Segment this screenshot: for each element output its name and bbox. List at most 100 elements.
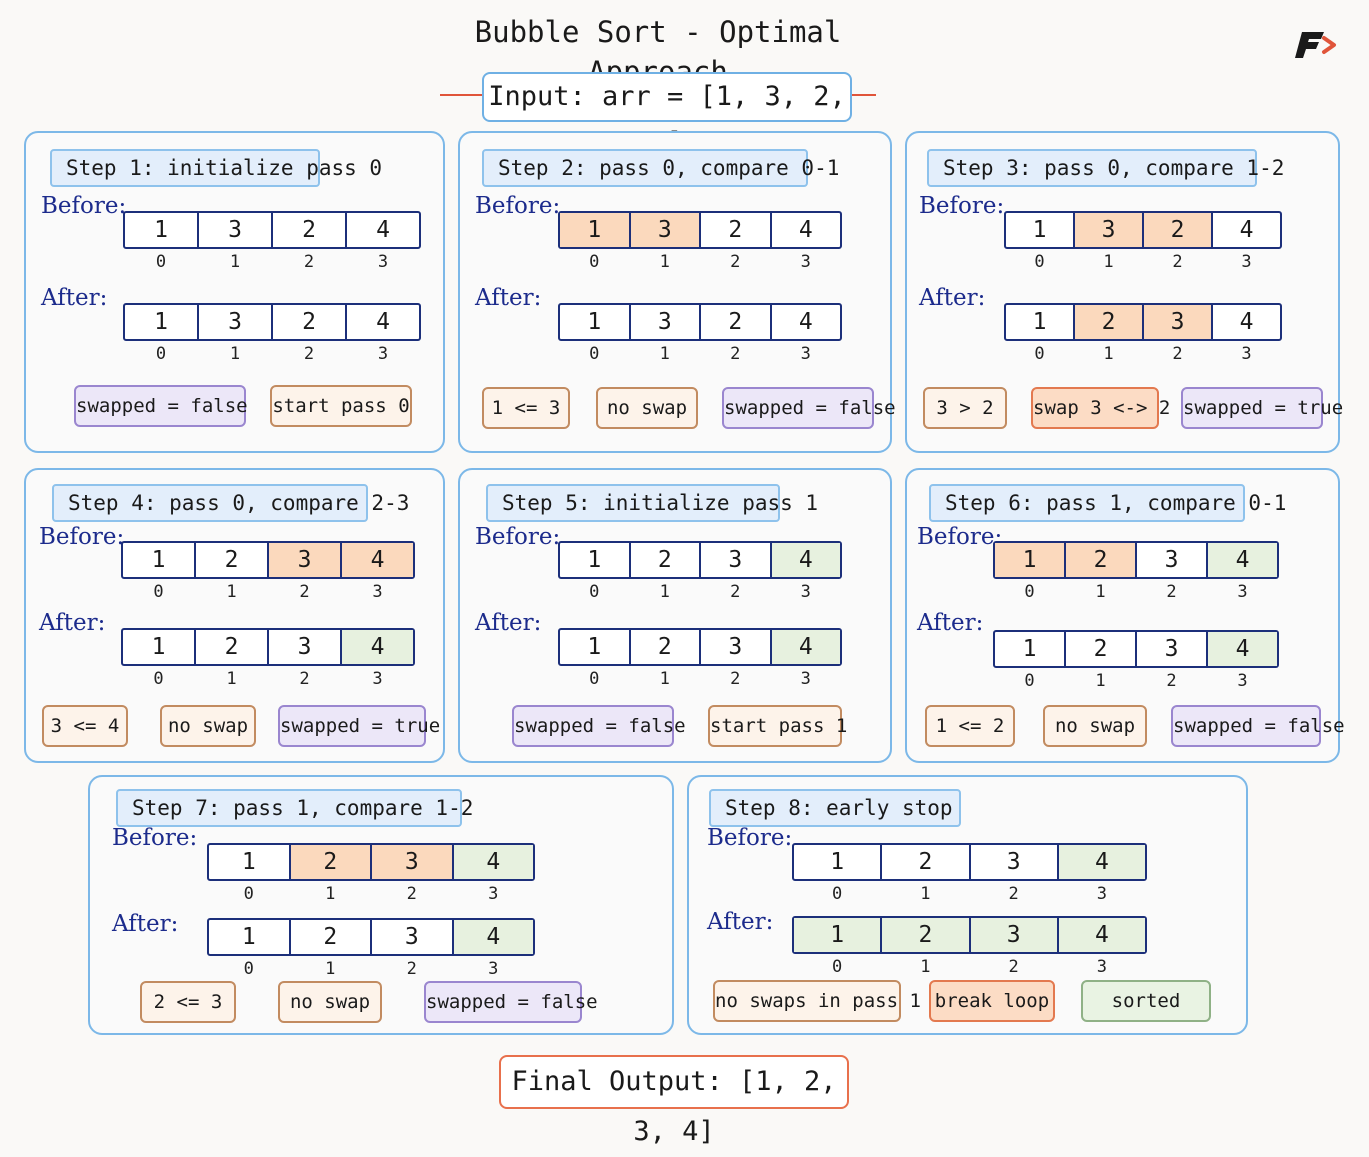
- status-tag: swapped = true: [278, 705, 440, 747]
- after-label: After:: [112, 911, 179, 937]
- after-array: 10213243: [1004, 303, 1282, 363]
- array-cell: 21: [1066, 632, 1137, 690]
- array-cell: 31: [1075, 213, 1144, 271]
- cell-value: 4: [376, 217, 390, 243]
- cell-index: 2: [730, 669, 741, 689]
- cell-value: 3: [297, 634, 312, 660]
- cell-value: 1: [154, 217, 168, 243]
- step-panel: Step 4: pass 0, compare 2-3 Before: 1 0 2 1 3 2…: [24, 468, 445, 763]
- array-cell: 43: [1213, 305, 1280, 363]
- cell-index: 0: [832, 884, 843, 904]
- array-cell: 22: [701, 213, 772, 271]
- cell-index: 1: [1095, 582, 1106, 602]
- cell-index: 2: [299, 669, 310, 689]
- before-label: Before:: [475, 193, 561, 219]
- after-array: 10312243: [558, 303, 842, 363]
- array-cell: 43: [1208, 632, 1277, 690]
- cell-value: 4: [798, 309, 813, 335]
- step-panel: Step 3: pass 0, compare 1-2 Before: 1 0 3 1 2 2…: [905, 131, 1343, 453]
- before-label: Before:: [707, 825, 793, 851]
- array-cell: 10: [995, 632, 1066, 690]
- cell-index: 1: [659, 252, 670, 272]
- before-array: 10312243: [558, 211, 842, 271]
- before-label: Before:: [917, 524, 1003, 550]
- cell-index: 0: [1024, 582, 1035, 602]
- cell-value: 4: [1094, 922, 1109, 948]
- status-tag: no swaps in pass 1: [713, 980, 921, 1022]
- array-cell: 10: [1006, 305, 1075, 363]
- cell-value: 3: [1164, 636, 1179, 662]
- cell-value: 1: [154, 309, 168, 335]
- cell-index: 3: [372, 669, 383, 689]
- array-cell: 10: [560, 305, 631, 363]
- array-cell: 32: [269, 630, 342, 688]
- array-cell: 21: [290, 845, 372, 903]
- cell-value: 4: [486, 924, 501, 950]
- cell-value: 3: [1164, 547, 1179, 573]
- cell-index: 2: [1166, 671, 1177, 691]
- step-panel: Step 1: initialize pass 0 Before: 1 0 3 1 2 2 4 3…: [24, 131, 445, 453]
- after-array: 10213243: [993, 630, 1279, 690]
- cell-index: 2: [406, 884, 417, 904]
- array-cell: 10: [794, 918, 883, 976]
- array-cell: 10: [794, 845, 883, 903]
- cell-value: 3: [404, 924, 419, 950]
- cell-index: 1: [659, 344, 670, 364]
- final-output: Final Output: [1, 2, 3, 4]: [499, 1055, 849, 1147]
- array-cell: 21: [631, 543, 701, 601]
- status-tag: 3 > 2: [923, 387, 1007, 429]
- before-label: Before:: [475, 524, 561, 550]
- cell-index: 3: [800, 582, 811, 602]
- input-array: Input: arr = [1, 3, 2, 4]: [482, 72, 852, 158]
- step-title: Step 7: pass 1, compare 1-2: [116, 789, 473, 827]
- step-title: Step 5: initialize pass 1: [486, 484, 818, 522]
- cell-index: 0: [589, 669, 600, 689]
- array-cell: 22: [273, 305, 347, 363]
- cell-value: 3: [228, 217, 242, 243]
- cell-index: 2: [730, 344, 741, 364]
- cell-index: 3: [800, 344, 811, 364]
- cell-value: 2: [918, 922, 933, 948]
- cell-index: 3: [1096, 957, 1107, 977]
- cell-value: 4: [1235, 636, 1250, 662]
- cell-value: 1: [830, 849, 845, 875]
- status-tag: 2 <= 3: [140, 981, 236, 1023]
- status-tag: 1 <= 3: [482, 387, 570, 429]
- array-cell: 43: [453, 845, 533, 903]
- step-panel: Step 5: initialize pass 1 Before: 1 0 2 1 3 2 4 3…: [458, 468, 892, 763]
- after-array: 10213243: [207, 918, 535, 978]
- array-cell: 43: [347, 305, 419, 363]
- array-cell: 22: [273, 213, 347, 271]
- cell-value: 2: [728, 309, 743, 335]
- array-cell: 21: [631, 630, 701, 688]
- array-cell: 10: [125, 213, 199, 271]
- cell-value: 3: [728, 634, 743, 660]
- before-array: 10213243: [121, 541, 415, 601]
- cell-index: 3: [1237, 671, 1248, 691]
- array-cell: 31: [199, 305, 273, 363]
- array-cell: 43: [347, 213, 419, 271]
- array-cell: 21: [882, 918, 971, 976]
- cell-index: 2: [1008, 957, 1019, 977]
- step-title: Step 1: initialize pass 0: [50, 149, 382, 187]
- cell-index: 3: [800, 669, 811, 689]
- before-array: 10213243: [993, 541, 1279, 601]
- step-panel: Step 8: early stop Before: 1 0 2 1 3 2 4 3 After: 1…: [687, 775, 1248, 1035]
- after-array: 1021 3 2 43: [792, 916, 1147, 976]
- cell-value: 4: [1239, 217, 1254, 243]
- cell-index: 1: [226, 582, 237, 602]
- array-cell: 43: [1058, 918, 1145, 976]
- cell-index: 3: [377, 252, 389, 272]
- array-cell: 32: [1137, 543, 1208, 601]
- cell-index: 3: [1237, 582, 1248, 602]
- cell-index: 2: [1172, 344, 1183, 364]
- cell-value: 3: [1170, 309, 1185, 335]
- cell-value: 4: [798, 634, 813, 660]
- cell-value: 3: [228, 309, 242, 335]
- array-cell: 32: [269, 543, 342, 601]
- status-tag: no swap: [160, 705, 256, 747]
- array-cell: 43: [771, 543, 840, 601]
- cell-index: 2: [406, 959, 417, 979]
- cell-index: 1: [229, 252, 241, 272]
- cell-value: 2: [302, 309, 316, 335]
